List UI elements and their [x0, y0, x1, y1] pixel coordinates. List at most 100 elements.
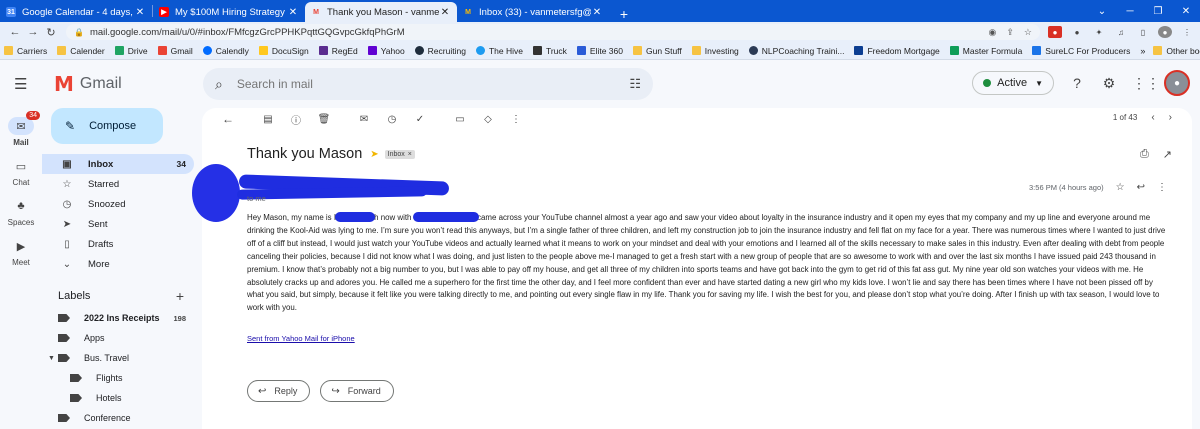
nav-snoozed[interactable]: ◷ Snoozed: [42, 194, 194, 214]
rail-chat[interactable]: ▭ Chat: [0, 152, 42, 192]
nav-sent[interactable]: ➤ Sent: [42, 214, 194, 234]
bookmark-item[interactable]: Master Formula: [949, 46, 1022, 56]
browser-tab[interactable]: M Inbox (33) - vanmetersfg@gmail. ✕: [457, 2, 609, 22]
nav-starred[interactable]: ☆ Starred: [42, 174, 194, 194]
main-menu-icon[interactable]: ☰: [14, 75, 34, 93]
bookmark-item[interactable]: RegEd: [318, 46, 358, 56]
restore-icon[interactable]: ❐: [1144, 6, 1172, 17]
search-icon[interactable]: ⌕: [215, 76, 223, 93]
important-marker-icon[interactable]: ➤: [370, 149, 378, 160]
recipient-line[interactable]: to me: [247, 194, 266, 203]
close-icon[interactable]: ✕: [439, 7, 451, 18]
search-options-icon[interactable]: ☷: [629, 76, 641, 92]
bookmark-item[interactable]: Truck: [532, 46, 567, 56]
search-bar[interactable]: ⌕ ☷: [203, 68, 653, 100]
label-item[interactable]: 2022 Ins Receipts 198: [42, 308, 194, 328]
label-item[interactable]: Apps: [42, 328, 194, 348]
bookmark-star-icon[interactable]: ☆: [1024, 27, 1032, 38]
browser-tab[interactable]: ▶ My $100M Hiring Strategy - YouT ✕: [153, 2, 305, 22]
label-item[interactable]: Conference: [42, 408, 194, 428]
search-input[interactable]: [236, 77, 630, 91]
back-arrow-icon[interactable]: ←: [214, 112, 242, 126]
kebab-menu-icon[interactable]: ⋮: [1180, 26, 1194, 38]
browser-tab[interactable]: 31 Google Calendar - 4 days, startin ✕: [0, 2, 152, 22]
bookmark-item[interactable]: Carriers: [4, 46, 47, 56]
report-spam-icon[interactable]: ⓘ: [282, 112, 310, 127]
move-to-icon[interactable]: ▭: [446, 114, 474, 125]
bookmark-item[interactable]: Gun Stuff: [633, 46, 682, 56]
nav-inbox[interactable]: ▣ Inbox 34: [42, 154, 194, 174]
bookmark-item[interactable]: Yahoo: [367, 46, 405, 56]
label-icon[interactable]: ◇: [474, 114, 502, 125]
bookmark-item[interactable]: Gmail: [157, 46, 193, 56]
print-icon[interactable]: ⎙: [1140, 148, 1149, 161]
close-window-icon[interactable]: ✕: [1172, 6, 1200, 17]
inbox-label-chip[interactable]: Inbox ×: [384, 149, 415, 159]
bookmark-item[interactable]: SureLC For Producers: [1032, 46, 1130, 56]
sidepanel-icon[interactable]: ▯: [1136, 26, 1150, 38]
account-avatar[interactable]: ●: [1164, 70, 1190, 96]
forward-button[interactable]: ↪ Forward: [320, 380, 394, 402]
chip-close-icon[interactable]: ×: [408, 151, 412, 158]
delete-icon[interactable]: 🗑: [310, 114, 338, 125]
close-icon[interactable]: ✕: [134, 7, 146, 18]
extension-icon[interactable]: ●: [1070, 26, 1084, 38]
bookmark-item[interactable]: Freedom Mortgage: [854, 46, 940, 56]
close-icon[interactable]: ✕: [287, 7, 299, 18]
media-icon[interactable]: ♫: [1114, 26, 1128, 38]
chevron-left-icon[interactable]: ‹: [1151, 112, 1154, 123]
bookmark-item[interactable]: NLPCoaching Traini...: [748, 46, 844, 56]
label-item[interactable]: Flights: [42, 368, 194, 388]
more-vert-icon[interactable]: ⋮: [1157, 182, 1167, 193]
add-task-icon[interactable]: ✓: [406, 114, 434, 125]
browser-tab-active[interactable]: M Thank you Mason - vanmetersfg ✕: [305, 2, 457, 22]
bookmark-item[interactable]: DocuSign: [258, 46, 309, 56]
signature-link[interactable]: Sent from Yahoo Mail for iPhone: [247, 334, 355, 343]
address-bar[interactable]: 🔒 mail.google.com/mail/u/0/#inbox/FMfcgz…: [66, 24, 1040, 40]
label-item[interactable]: Hotels: [42, 388, 194, 408]
mark-unread-icon[interactable]: ✉: [350, 114, 378, 125]
settings-gear-icon[interactable]: ⚙: [1100, 74, 1118, 92]
profile-icon[interactable]: ●: [1158, 26, 1172, 38]
open-new-window-icon[interactable]: ↗: [1163, 148, 1172, 161]
rail-mail[interactable]: ✉ 34 Mail: [0, 111, 42, 152]
rail-meet[interactable]: ▶ Meet: [0, 232, 42, 272]
chevron-right-icon[interactable]: »: [1140, 46, 1145, 56]
bookmark-item[interactable]: Investing: [691, 46, 739, 56]
forward-arrow-icon[interactable]: →: [24, 26, 42, 38]
add-label-icon[interactable]: +: [176, 288, 184, 304]
bookmark-item[interactable]: The Hive: [475, 46, 523, 56]
back-arrow-icon[interactable]: ←: [6, 26, 24, 38]
gmail-logo[interactable]: M Gmail: [54, 72, 122, 96]
bookmark-item[interactable]: Calender: [57, 46, 105, 56]
bookmark-item[interactable]: Elite 360: [576, 46, 623, 56]
snooze-icon[interactable]: ◷: [378, 114, 406, 125]
nav-more[interactable]: ⌄ More: [42, 254, 194, 274]
bookmark-item[interactable]: Calendly: [202, 46, 249, 56]
puzzle-icon[interactable]: ✦: [1092, 26, 1106, 38]
rail-spaces[interactable]: ♣ Spaces: [0, 192, 42, 232]
nav-drafts[interactable]: ▯ Drafts: [42, 234, 194, 254]
chevron-right-icon[interactable]: ›: [1169, 112, 1172, 123]
bookmark-item[interactable]: Recruiting: [414, 46, 466, 56]
extension-icon[interactable]: ●: [1048, 26, 1062, 38]
reply-icon[interactable]: ↩: [1137, 182, 1145, 193]
status-dropdown[interactable]: Active ▼: [972, 71, 1054, 95]
bookmark-item[interactable]: Drive: [114, 46, 148, 56]
reload-icon[interactable]: ↻: [42, 26, 60, 39]
archive-icon[interactable]: ▤: [254, 114, 282, 125]
apps-grid-icon[interactable]: ⋮⋮: [1132, 74, 1160, 92]
caret-down-icon[interactable]: ▼: [48, 355, 56, 362]
eye-icon[interactable]: ◉: [989, 27, 997, 38]
new-tab-button[interactable]: +: [613, 6, 635, 22]
other-bookmarks[interactable]: Other bookmarks: [1153, 46, 1200, 56]
tab-search-icon[interactable]: ⌄: [1088, 6, 1116, 17]
help-icon[interactable]: ?: [1068, 74, 1086, 92]
share-icon[interactable]: ⇪: [1006, 27, 1014, 38]
more-vert-icon[interactable]: ⋮: [502, 114, 530, 125]
reply-button[interactable]: ↩ Reply: [247, 380, 311, 402]
label-item[interactable]: ▼ Bus. Travel: [42, 348, 194, 368]
compose-button[interactable]: ✎ Compose: [51, 108, 163, 144]
star-icon[interactable]: ☆: [1116, 182, 1125, 193]
minimize-icon[interactable]: ─: [1116, 6, 1144, 17]
